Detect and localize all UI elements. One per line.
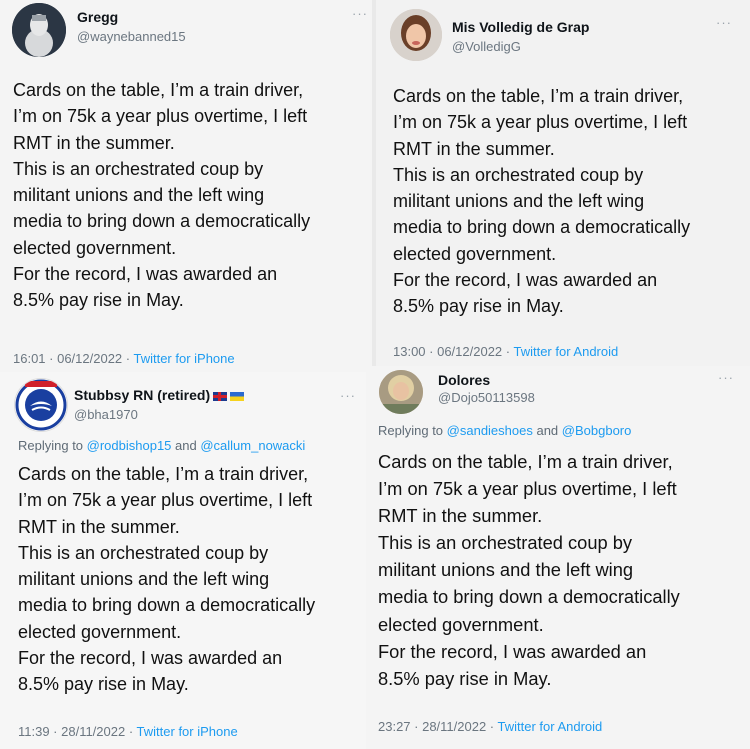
tweet-timestamp: 16:01 · 06/12/2022 · Twitter for iPhone — [13, 351, 235, 366]
tweet-card-stubbsy[interactable]: Stubbsy RN (retired) @bha1970 ··· Replyi… — [0, 372, 372, 749]
avatar[interactable] — [14, 378, 68, 432]
replying-to-label: Replying to — [378, 423, 447, 438]
mention-link[interactable]: @Bobgboro — [562, 423, 632, 438]
more-options-icon[interactable]: ··· — [340, 388, 356, 403]
tweet-collage: Gregg @waynebanned15 ··· Cards on the ta… — [0, 0, 750, 749]
user-handle[interactable]: @VolledigG — [452, 39, 521, 54]
mention-link[interactable]: @callum_nowacki — [200, 438, 305, 453]
tweet-text: Cards on the table, I’m a train driver, … — [13, 80, 311, 311]
timestamp-text[interactable]: 11:39 · 28/11/2022 · — [18, 724, 137, 739]
user-handle[interactable]: @bha1970 — [74, 407, 138, 422]
avatar-image-icon — [379, 370, 423, 414]
avatar[interactable] — [390, 9, 442, 61]
tweet-text: Cards on the table, I’m a train driver, … — [378, 451, 680, 689]
more-options-icon[interactable]: ··· — [718, 370, 734, 385]
replying-to: Replying to @rodbishop15 and @callum_now… — [18, 438, 305, 453]
source-link[interactable]: Twitter for Android — [513, 344, 618, 359]
tweet-timestamp: 11:39 · 28/11/2022 · Twitter for iPhone — [18, 724, 238, 739]
mention-link[interactable]: @rodbishop15 — [87, 438, 172, 453]
user-handle[interactable]: @Dojo50113598 — [438, 390, 535, 405]
tweet-timestamp: 23:27 · 28/11/2022 · Twitter for Android — [378, 719, 602, 734]
display-name-row: Stubbsy RN (retired) — [74, 387, 245, 403]
more-options-icon[interactable]: ··· — [716, 15, 732, 30]
ukraine-flag-icon — [230, 391, 245, 401]
tweet-card-gregg[interactable]: Gregg @waynebanned15 ··· Cards on the ta… — [0, 0, 372, 372]
user-handle[interactable]: @waynebanned15 — [77, 29, 186, 44]
tweet-card-mis-volledig[interactable]: Mis Volledig de Grap @VolledigG ··· Card… — [376, 0, 750, 366]
timestamp-text[interactable]: 13:00 · 06/12/2022 · — [393, 344, 513, 359]
display-name[interactable]: Mis Volledig de Grap — [452, 19, 589, 35]
mention-link[interactable]: @sandieshoes — [447, 423, 533, 438]
replying-to: Replying to @sandieshoes and @Bobgboro — [378, 423, 631, 438]
replying-to-label: Replying to — [18, 438, 87, 453]
avatar[interactable] — [12, 3, 66, 57]
tweet-timestamp: 13:00 · 06/12/2022 · Twitter for Android — [393, 344, 618, 359]
timestamp-text[interactable]: 16:01 · 06/12/2022 · — [13, 351, 133, 366]
more-options-icon[interactable]: ··· — [352, 6, 368, 21]
uk-flag-icon — [213, 391, 228, 401]
avatar-image-icon — [12, 3, 66, 57]
replying-and-label: and — [171, 438, 201, 453]
display-name[interactable]: Gregg — [77, 9, 118, 25]
source-link[interactable]: Twitter for iPhone — [133, 351, 234, 366]
display-name[interactable]: Stubbsy RN (retired) — [74, 387, 210, 403]
tweet-card-dolores[interactable]: Dolores @Dojo50113598 ··· Replying to @s… — [366, 366, 750, 749]
replying-and-label: and — [532, 423, 562, 438]
timestamp-text[interactable]: 23:27 · 28/11/2022 · — [378, 719, 498, 734]
display-name[interactable]: Dolores — [438, 372, 490, 388]
club-crest-icon — [15, 379, 67, 431]
avatar[interactable] — [379, 370, 423, 414]
source-link[interactable]: Twitter for Android — [498, 719, 603, 734]
tweet-text: Cards on the table, I’m a train driver, … — [18, 464, 316, 695]
source-link[interactable]: Twitter for iPhone — [137, 724, 238, 739]
tweet-text: Cards on the table, I’m a train driver, … — [393, 86, 691, 317]
avatar-image-icon — [390, 9, 442, 61]
